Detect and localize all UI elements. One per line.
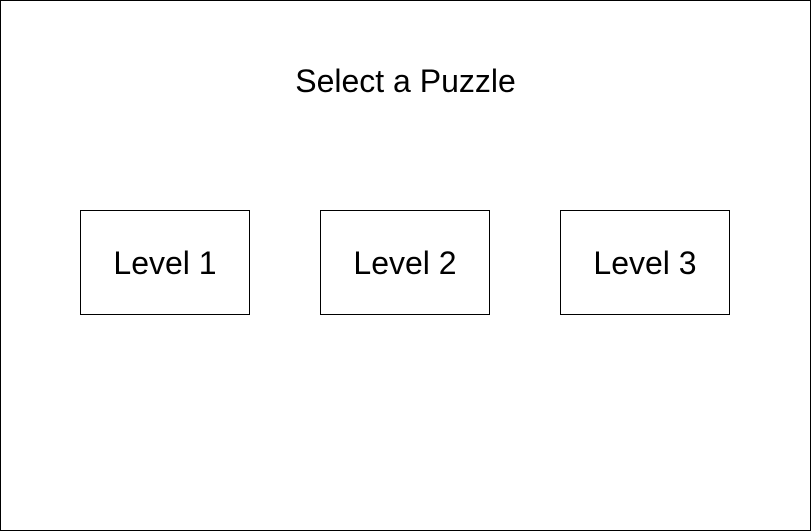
page-title: Select a Puzzle bbox=[295, 63, 516, 99]
level-1-label: Level 1 bbox=[113, 244, 217, 281]
level-3-label: Level 3 bbox=[593, 244, 697, 281]
puzzle-selection-screen: Select a Puzzle Level 1 Level 2 Level 3 bbox=[0, 0, 811, 531]
level-1-button[interactable]: Level 1 bbox=[80, 210, 250, 315]
level-2-label: Level 2 bbox=[353, 244, 457, 281]
level-2-button[interactable]: Level 2 bbox=[320, 210, 490, 315]
level-3-button[interactable]: Level 3 bbox=[560, 210, 730, 315]
